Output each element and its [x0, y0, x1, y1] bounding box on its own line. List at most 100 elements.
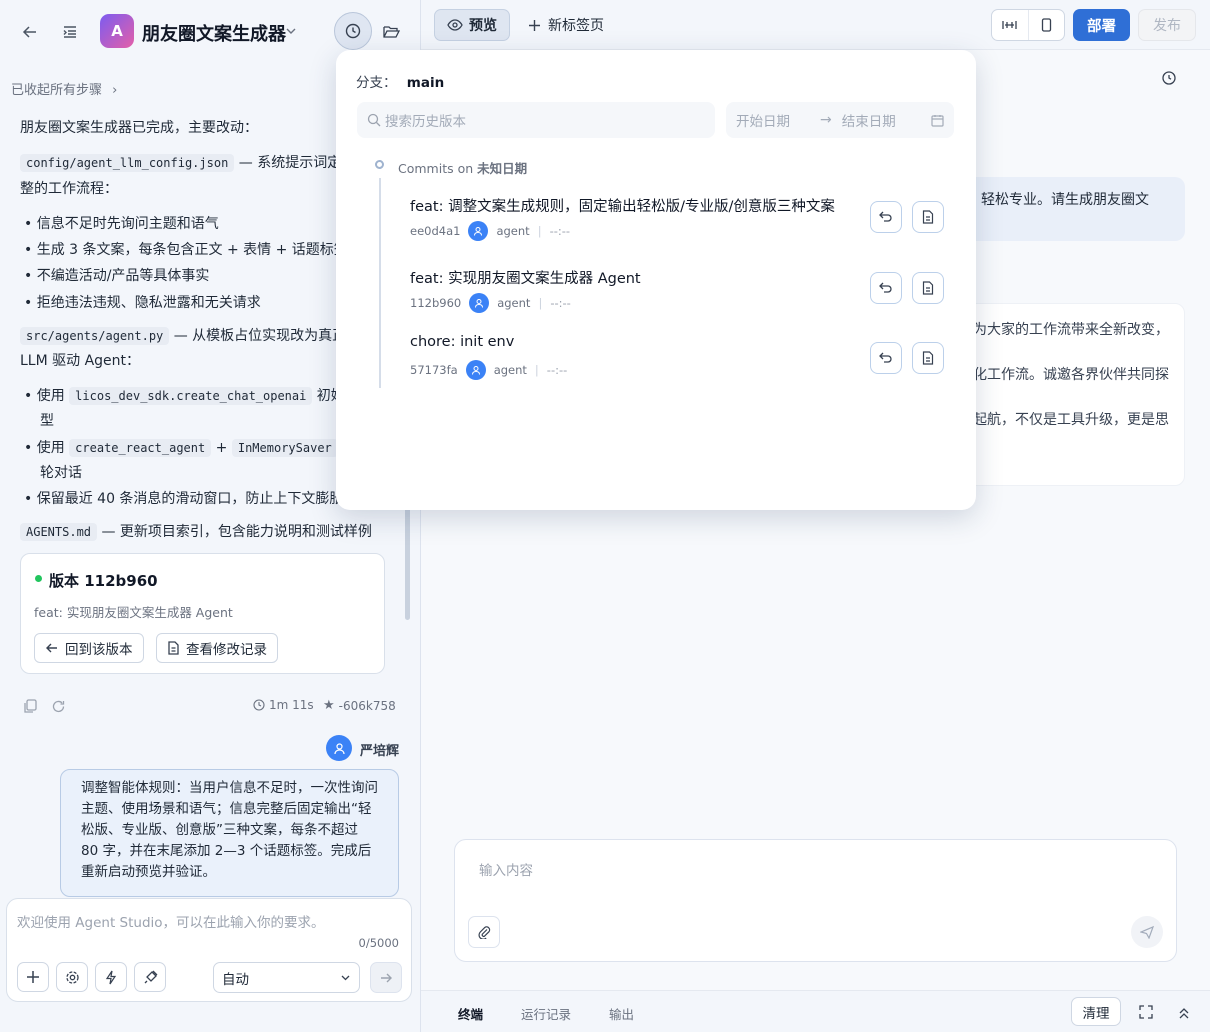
collapse-panel-button[interactable] — [1173, 1002, 1195, 1024]
view-commit-button[interactable] — [912, 201, 944, 233]
add-button[interactable] — [17, 962, 49, 992]
version-desc: feat: 实现朋友圈文案生成器 Agent — [34, 605, 233, 620]
date-range-picker[interactable]: 开始日期 → 结束日期 — [726, 102, 954, 138]
regenerate-button[interactable] — [48, 696, 68, 716]
copy-button[interactable] — [20, 696, 40, 716]
file-desc-cont: 整的工作流程： — [20, 181, 118, 197]
file-code: AGENTS.md — [20, 523, 98, 541]
copy-icon — [24, 698, 37, 713]
file-code: config/agent_llm_config.json — [20, 154, 235, 172]
summary-intro: 朋友圈文案生成器已完成，主要改动： — [20, 120, 258, 136]
plus-icon — [529, 19, 540, 31]
quick-action-button[interactable] — [95, 962, 127, 992]
bullet-item: • 保留最近 40 条消息的滑动窗口，防止上下文膨胀 — [24, 488, 338, 508]
revert-label: 回到该版本 — [65, 642, 133, 658]
history-search-input[interactable]: 搜索历史版本 — [357, 102, 715, 138]
document-icon — [922, 210, 934, 224]
tab-new[interactable]: 新标签页 — [528, 9, 604, 41]
fullscreen-button[interactable] — [1135, 1001, 1157, 1023]
document-icon — [922, 351, 934, 365]
settings-button[interactable] — [56, 962, 88, 992]
deploy-button[interactable]: 部署 — [1073, 9, 1130, 41]
view-commit-button[interactable] — [912, 342, 944, 374]
commit-title: feat: 调整文案生成规则，固定输出轻松版/专业版/创意版三种文案 — [410, 199, 835, 215]
calendar-icon — [931, 114, 944, 127]
tools-button[interactable] — [134, 962, 166, 992]
star-icon: ★ — [323, 698, 335, 713]
publish-button[interactable]: 发布 — [1138, 9, 1196, 41]
tab-output[interactable]: 输出 — [609, 1004, 634, 1023]
tab-preview[interactable]: 预览 — [434, 9, 510, 41]
tab-preview-label: 预览 — [469, 18, 497, 34]
tab-terminal[interactable]: 终端 — [458, 1004, 483, 1023]
timeline-dot — [375, 160, 384, 169]
bullet-text: 不编造活动/产品等具体事实 — [36, 268, 210, 284]
view-commit-button[interactable] — [912, 272, 944, 304]
bullet-text: 初始 — [316, 388, 338, 404]
folder-open-icon — [382, 25, 400, 38]
collapsed-steps-toggle[interactable]: 已收起所有步骤 › — [11, 79, 117, 98]
mobile-icon — [1041, 18, 1051, 32]
bullet-text: 保留最近 40 条消息的滑动窗口，防止上下文膨胀 — [36, 491, 338, 507]
revert-commit-button[interactable] — [870, 342, 902, 374]
preview-send-button[interactable] — [1131, 916, 1163, 948]
file-desc-cont: LLM 驱动 Agent： — [20, 353, 141, 369]
revert-icon — [879, 211, 892, 222]
commit-hash: 57173fa — [410, 363, 458, 377]
desktop-view-button[interactable] — [992, 10, 1029, 40]
search-icon — [367, 113, 381, 127]
tab-run-logs[interactable]: 运行记录 — [521, 1004, 571, 1023]
preview-history-button[interactable] — [1158, 67, 1180, 89]
mode-select[interactable]: 自动 — [213, 962, 360, 993]
user-name: 严培辉 — [360, 744, 400, 759]
revert-version-button[interactable]: 回到该版本 — [34, 633, 144, 663]
send-button[interactable] — [370, 962, 402, 993]
history-button[interactable] — [334, 12, 372, 50]
file-desc: — 系统提示词定 — [234, 155, 338, 171]
revert-commit-button[interactable] — [870, 201, 902, 233]
duration-meta: 1m 11s — [253, 698, 314, 712]
arrow-right-icon: → — [820, 112, 832, 128]
revert-commit-button[interactable] — [870, 272, 902, 304]
user-icon — [474, 227, 483, 236]
separator: | — [538, 296, 543, 310]
collapsed-steps-label: 已收起所有步骤 — [11, 83, 103, 98]
group-prefix: Commits on — [398, 161, 478, 176]
menu-button[interactable] — [58, 20, 82, 44]
search-placeholder: 搜索历史版本 — [385, 114, 466, 130]
history-popover: 分支： main 搜索历史版本 开始日期 → 结束日期 Commits on 未… — [336, 50, 976, 510]
app-switch-dropdown[interactable] — [283, 20, 299, 42]
view-changes-button[interactable]: 查看修改记录 — [156, 633, 278, 663]
end-date: 结束日期 — [841, 114, 896, 130]
commit-title: feat: 实现朋友圈文案生成器 Agent — [410, 271, 641, 287]
commit-author: agent — [496, 224, 530, 238]
attach-button[interactable] — [468, 916, 500, 948]
app-title: 朋友圈文案生成器 — [142, 24, 286, 45]
revert-icon — [879, 282, 892, 293]
commit-meta: ee0d4a1 agent | --:-- — [410, 221, 570, 241]
back-button[interactable] — [18, 20, 42, 44]
file-desc: — 从模板占位实现改为真正 — [169, 328, 338, 344]
chat-input[interactable]: 欢迎使用 Agent Studio，可以在此输入你的要求。 — [17, 911, 325, 931]
plug-icon — [144, 970, 157, 983]
view-toggle-group — [991, 9, 1065, 41]
commit-group-header: Commits on 未知日期 — [398, 158, 527, 177]
commit-meta: 112b960 agent | --:-- — [410, 293, 571, 313]
version-title: 版本 112b960 — [49, 572, 158, 590]
folder-button[interactable] — [378, 18, 404, 44]
document-icon — [922, 281, 934, 295]
group-date: 未知日期 — [477, 161, 528, 176]
clear-button[interactable]: 清理 — [1071, 997, 1121, 1026]
user-message-text: 调整智能体规则：当用户信息不足时，一次性询问主题、使用场景和语气；信息完整后固定… — [81, 780, 378, 880]
preview-response-line: 起航，不仅是工具升级，更是思 — [973, 412, 1169, 428]
bullet-cont: 型 — [40, 413, 54, 429]
document-icon — [168, 641, 179, 655]
author-avatar — [469, 293, 490, 313]
mobile-view-button[interactable] — [1029, 10, 1065, 40]
timeline-line — [379, 178, 381, 388]
bullet-code: create_react_agent — [69, 439, 212, 457]
start-date: 开始日期 — [736, 114, 790, 130]
preview-input[interactable]: 输入内容 — [479, 859, 533, 879]
lightning-icon — [105, 970, 117, 984]
separator: | — [534, 363, 539, 377]
